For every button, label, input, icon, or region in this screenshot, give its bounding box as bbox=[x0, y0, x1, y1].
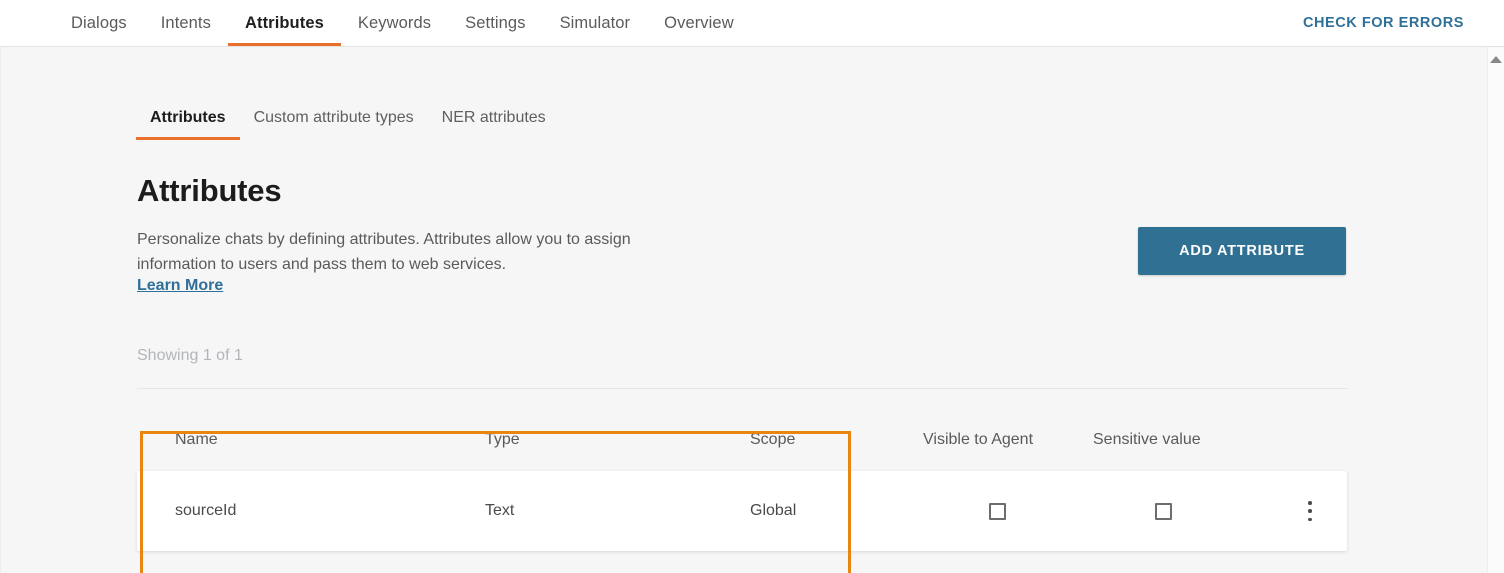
tab-dialogs[interactable]: Dialogs bbox=[54, 0, 144, 46]
results-count-label: Showing 1 of 1 bbox=[137, 347, 243, 364]
column-header-type: Type bbox=[485, 431, 520, 448]
tab-overview[interactable]: Overview bbox=[647, 0, 751, 46]
tab-attributes[interactable]: Attributes bbox=[227, 0, 341, 46]
sensitive-value-checkbox[interactable] bbox=[1155, 503, 1172, 520]
cell-attribute-scope: Global bbox=[750, 502, 797, 519]
kebab-dot-1 bbox=[1308, 501, 1312, 505]
sub-tab-custom-attribute-types[interactable]: Custom attribute types bbox=[240, 109, 428, 140]
sub-tab-attributes[interactable]: Attributes bbox=[136, 109, 240, 140]
sub-tab-ner-attributes[interactable]: NER attributes bbox=[428, 109, 560, 140]
tab-simulator[interactable]: Simulator bbox=[543, 0, 648, 46]
check-for-errors-button[interactable]: CHECK FOR ERRORS bbox=[1303, 0, 1504, 46]
visible-to-agent-checkbox[interactable] bbox=[989, 503, 1006, 520]
attributes-table: Name Type Scope Visible to Agent Sensiti… bbox=[137, 388, 1347, 551]
table-row[interactable]: sourceId Text Global bbox=[137, 471, 1347, 551]
sub-tab-bar: Attributes Custom attribute types NER at… bbox=[136, 109, 560, 140]
top-navigation-bar: Dialogs Intents Attributes Keywords Sett… bbox=[0, 0, 1504, 47]
tab-keywords[interactable]: Keywords bbox=[341, 0, 448, 46]
cell-attribute-name: sourceId bbox=[175, 502, 237, 519]
add-attribute-button[interactable]: ADD ATTRIBUTE bbox=[1138, 227, 1346, 275]
kebab-dot-3 bbox=[1308, 517, 1312, 521]
column-header-scope: Scope bbox=[750, 431, 796, 448]
page-content-container: Attributes Custom attribute types NER at… bbox=[18, 47, 1488, 573]
top-navigation-tabs: Dialogs Intents Attributes Keywords Sett… bbox=[54, 0, 751, 46]
tab-settings[interactable]: Settings bbox=[448, 0, 542, 46]
application-window: Dialogs Intents Attributes Keywords Sett… bbox=[0, 0, 1504, 573]
page-description: Personalize chats by defining attributes… bbox=[137, 231, 631, 273]
learn-more-link[interactable]: Learn More bbox=[137, 277, 223, 295]
row-overflow-menu-icon[interactable] bbox=[1300, 499, 1320, 523]
scroll-up-arrow-icon[interactable] bbox=[1490, 56, 1502, 63]
table-header-row: Name Type Scope Visible to Agent Sensiti… bbox=[137, 388, 1347, 471]
kebab-dot-2 bbox=[1308, 509, 1312, 513]
column-header-visible-to-agent: Visible to Agent bbox=[923, 431, 1034, 448]
cell-attribute-type: Text bbox=[485, 502, 515, 519]
tab-intents[interactable]: Intents bbox=[144, 0, 228, 46]
column-header-name: Name bbox=[175, 431, 218, 448]
page-body: Attributes Custom attribute types NER at… bbox=[0, 47, 1504, 573]
page-title: Attributes bbox=[137, 173, 282, 208]
column-header-sensitive-value: Sensitive value bbox=[1093, 431, 1201, 448]
vertical-scrollbar[interactable] bbox=[1487, 47, 1504, 573]
